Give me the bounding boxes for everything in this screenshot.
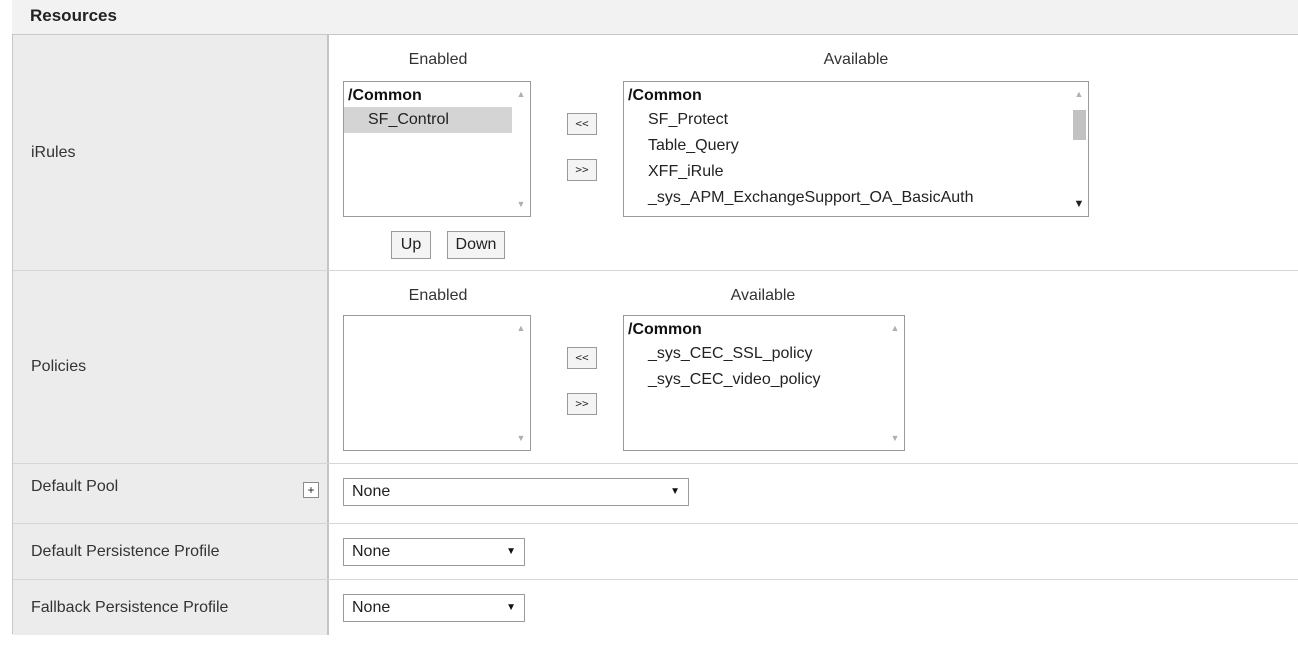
default-pool-value: None: [352, 483, 391, 500]
scroll-up-icon[interactable]: ▲: [512, 320, 530, 336]
default-pool-select[interactable]: None ▼: [343, 478, 689, 506]
resources-table: iRules Enabled Available /Common SF_Cont…: [12, 34, 1298, 635]
default-persistence-value-cell: None ▼: [329, 524, 1298, 579]
fallback-persistence-select[interactable]: None ▼: [343, 594, 525, 622]
policies-enabled-scrollbar[interactable]: ▲ ▼: [512, 316, 530, 450]
policies-enabled-title: Enabled: [408, 287, 468, 304]
list-item-table-query[interactable]: Table_Query: [624, 133, 1070, 159]
default-pool-row: Default Pool + None ▼: [13, 464, 1298, 524]
scroll-down-icon[interactable]: ▼: [886, 430, 904, 446]
default-pool-label: Default Pool: [31, 478, 119, 495]
scroll-down-icon[interactable]: ▼: [512, 430, 530, 446]
fallback-persistence-value-cell: None ▼: [329, 580, 1298, 635]
move-up-button[interactable]: Up: [391, 231, 431, 259]
chevron-down-icon: ▼: [670, 486, 680, 497]
list-group-header: /Common: [628, 321, 702, 338]
policies-move-right-button[interactable]: >>: [567, 393, 597, 415]
list-item-sys-cec-ssl-policy[interactable]: _sys_CEC_SSL_policy: [624, 341, 886, 367]
irules-enabled-title: Enabled: [408, 51, 468, 68]
list-item-sf-control[interactable]: SF_Control: [344, 107, 512, 133]
policies-available-title: Available: [730, 287, 796, 304]
section-title: Resources: [30, 6, 117, 25]
policies-label: Policies: [13, 271, 329, 463]
irules-available-title: Available: [823, 51, 889, 68]
policies-move-left-button[interactable]: <<: [567, 347, 597, 369]
default-persistence-label: Default Persistence Profile: [13, 524, 329, 579]
move-down-button[interactable]: Down: [447, 231, 505, 259]
list-item-sys-apm-exchange[interactable]: _sys_APM_ExchangeSupport_OA_BasicAuth: [624, 185, 1070, 211]
default-pool-value-cell: None ▼: [329, 464, 1298, 523]
fallback-persistence-value: None: [352, 599, 391, 616]
fallback-persistence-label: Fallback Persistence Profile: [13, 580, 329, 635]
list-group-header: /Common: [628, 87, 702, 104]
scroll-down-icon[interactable]: ▼: [1070, 196, 1088, 212]
irules-row: iRules Enabled Available /Common SF_Cont…: [13, 35, 1298, 271]
default-pool-label-cell: Default Pool: [13, 464, 329, 523]
policies-value-cell: Enabled Available ▲ ▼ << >> /Common _sys…: [329, 271, 1298, 463]
policies-available-scrollbar[interactable]: ▲ ▼: [886, 316, 904, 450]
default-persistence-select[interactable]: None ▼: [343, 538, 525, 566]
irules-enabled-scrollbar[interactable]: ▲ ▼: [512, 82, 530, 216]
scroll-down-icon[interactable]: ▼: [512, 196, 530, 212]
resources-section-header: Resources: [12, 0, 1298, 34]
list-item-xff-irule[interactable]: XFF_iRule: [624, 159, 1070, 185]
irules-value-cell: Enabled Available /Common SF_Control ▲ ▼…: [329, 35, 1298, 270]
scroll-up-icon[interactable]: ▲: [886, 320, 904, 336]
irules-label: iRules: [13, 35, 329, 270]
chevron-down-icon: ▼: [506, 546, 516, 557]
irules-move-left-button[interactable]: <<: [567, 113, 597, 135]
scrollbar-thumb[interactable]: [1073, 110, 1086, 140]
chevron-down-icon: ▼: [506, 602, 516, 613]
fallback-persistence-row: Fallback Persistence Profile None ▼: [13, 580, 1298, 635]
list-group-header: /Common: [348, 87, 422, 104]
irules-available-list[interactable]: /Common SF_Protect Table_Query XFF_iRule…: [623, 81, 1089, 217]
policies-available-list[interactable]: /Common _sys_CEC_SSL_policy _sys_CEC_vid…: [623, 315, 905, 451]
policies-row: Policies Enabled Available ▲ ▼ << >> /Co…: [13, 271, 1298, 464]
policies-enabled-list[interactable]: ▲ ▼: [343, 315, 531, 451]
add-pool-button[interactable]: +: [303, 482, 319, 498]
list-item-sys-cec-video-policy[interactable]: _sys_CEC_video_policy: [624, 367, 886, 393]
scroll-up-icon[interactable]: ▲: [512, 86, 530, 102]
default-persistence-value: None: [352, 543, 391, 560]
scroll-up-icon[interactable]: ▲: [1070, 86, 1088, 102]
default-persistence-row: Default Persistence Profile None ▼: [13, 524, 1298, 580]
irules-enabled-list[interactable]: /Common SF_Control ▲ ▼: [343, 81, 531, 217]
irules-move-right-button[interactable]: >>: [567, 159, 597, 181]
irules-available-scrollbar[interactable]: ▲ ▼: [1070, 82, 1088, 216]
list-item-sf-protect[interactable]: SF_Protect: [624, 107, 1070, 133]
